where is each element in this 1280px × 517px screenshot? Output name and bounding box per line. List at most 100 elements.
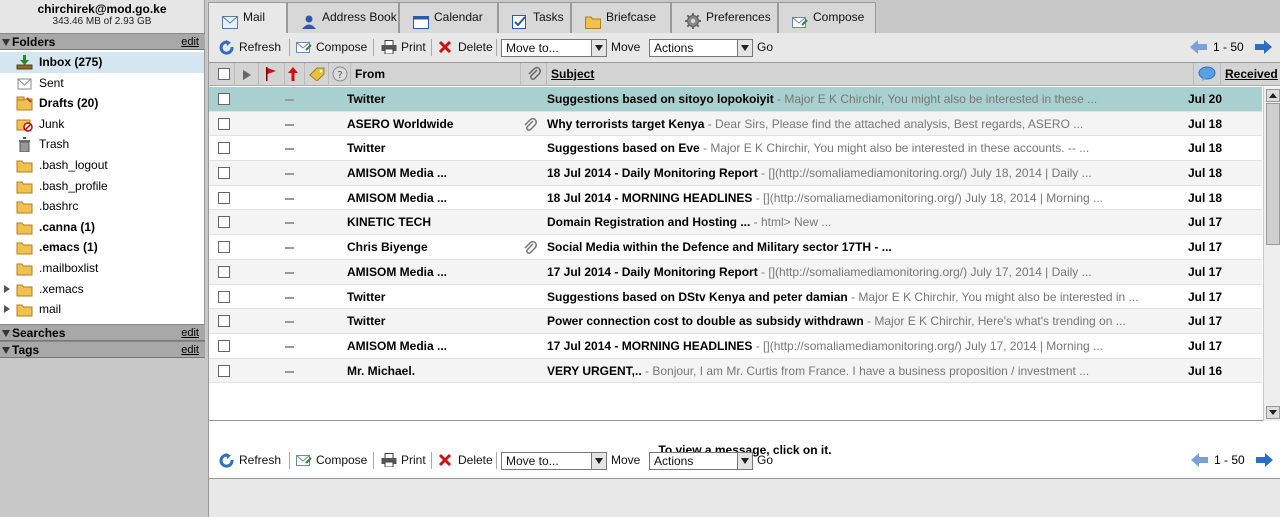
tag-column[interactable] — [305, 63, 329, 86]
folder-item[interactable]: Junk — [0, 114, 204, 135]
tab-address-book[interactable]: Address Book — [287, 2, 399, 33]
tab-preferences[interactable]: Preferences — [671, 2, 778, 33]
folder-item[interactable]: .bash_logout — [0, 155, 204, 176]
flag-icon[interactable] — [265, 67, 277, 81]
move-button[interactable]: Move — [611, 451, 640, 469]
expand-arrow-icon[interactable] — [243, 70, 251, 80]
collapse-triangle-icon[interactable] — [2, 347, 10, 354]
searches-edit-link[interactable]: edit — [181, 325, 199, 341]
tags-header[interactable]: Tags edit — [0, 341, 205, 358]
expand-arrow-icon[interactable] — [4, 305, 10, 314]
print-button[interactable]: Print — [381, 451, 426, 470]
tags-edit-link[interactable]: edit — [181, 342, 199, 358]
priority-column[interactable] — [285, 63, 305, 86]
row-checkbox[interactable] — [218, 117, 230, 130]
select-all-column[interactable] — [209, 63, 235, 86]
row-checkbox[interactable] — [218, 93, 230, 105]
arrow-right-icon[interactable] — [1256, 453, 1273, 467]
tab-calendar[interactable]: Calendar — [399, 2, 498, 33]
message-row[interactable]: AMISOM Media ... 18 Jul 2014 - Daily Moni… — [209, 161, 1262, 186]
row-checkbox[interactable] — [218, 290, 230, 303]
actions-select[interactable]: Actions — [649, 452, 753, 470]
folder-item[interactable]: .bash_profile — [0, 176, 204, 197]
priority-arrow-icon[interactable] — [288, 67, 298, 81]
tab-compose[interactable]: Compose — [778, 2, 876, 33]
go-button[interactable]: Go — [757, 38, 773, 56]
move-to-select[interactable]: Move to... — [501, 39, 607, 57]
message-row[interactable]: KINETIC TECH Domain Registration and Host… — [209, 210, 1262, 236]
scroll-thumb[interactable] — [1266, 103, 1280, 245]
message-row[interactable]: Twitter Suggestions based on DStv Kenya a… — [209, 284, 1262, 310]
chevron-down-icon[interactable] — [591, 453, 606, 469]
compose-button[interactable]: Compose — [296, 38, 367, 57]
chevron-down-icon[interactable] — [737, 40, 752, 56]
folders-header[interactable]: Folders edit — [0, 33, 205, 50]
message-row[interactable]: ASERO Worldwide Why terrorists target Ken… — [209, 111, 1262, 137]
searches-header[interactable]: Searches edit — [0, 324, 205, 341]
row-checkbox[interactable] — [218, 241, 230, 254]
folder-item[interactable]: .canna (1) — [0, 217, 204, 238]
folder-item[interactable]: .bashrc — [0, 196, 204, 217]
actions-select[interactable]: Actions — [649, 39, 753, 57]
row-checkbox[interactable] — [218, 167, 230, 180]
select-all-checkbox[interactable] — [218, 68, 230, 80]
folder-item[interactable]: .mailboxlist — [0, 258, 204, 279]
arrow-left-icon[interactable] — [1190, 40, 1207, 54]
tab-tasks[interactable]: Tasks — [498, 2, 571, 33]
row-checkbox[interactable] — [218, 191, 230, 204]
row-checkbox[interactable] — [218, 142, 230, 155]
message-row[interactable]: Mr. Michael. VERY URGENT,.. - Bonjour, I … — [209, 358, 1262, 384]
row-checkbox[interactable] — [218, 315, 230, 328]
message-row[interactable]: AMISOM Media ... 17 Jul 2014 - MORNING HE… — [209, 333, 1262, 359]
refresh-button[interactable]: Refresh — [219, 451, 281, 470]
subject-column-header[interactable]: Subject — [547, 63, 1194, 86]
compose-button[interactable]: Compose — [296, 451, 367, 470]
list-scrollbar[interactable] — [1263, 87, 1280, 421]
row-checkbox[interactable] — [218, 339, 230, 352]
folder-item[interactable]: Sent — [0, 73, 204, 94]
message-row[interactable]: Twitter Suggestions based on Eve - Major … — [209, 136, 1262, 162]
tab-briefcase[interactable]: Briefcase — [571, 2, 671, 33]
tab-mail[interactable]: Mail — [208, 2, 287, 33]
message-row[interactable]: Twitter Suggestions based on sitoyo lopok… — [209, 87, 1262, 112]
message-row[interactable]: Twitter Power connection cost to double a… — [209, 309, 1262, 334]
scroll-up-button[interactable] — [1266, 89, 1280, 102]
folder-item[interactable]: Trash — [0, 134, 204, 155]
expand-column[interactable] — [235, 63, 259, 86]
from-column-header[interactable]: From — [351, 63, 521, 86]
message-row[interactable]: AMISOM Media ... 18 Jul 2014 - MORNING HE… — [209, 185, 1262, 211]
collapse-triangle-icon[interactable] — [2, 330, 10, 337]
folder-item[interactable]: .xemacs — [0, 279, 204, 300]
delete-button[interactable]: Delete — [438, 38, 493, 57]
folder-item[interactable]: Inbox (275) — [0, 52, 204, 73]
attachment-column[interactable] — [521, 63, 547, 86]
folders-edit-link[interactable]: edit — [181, 34, 199, 50]
read-status-icon[interactable]: ? — [332, 66, 348, 82]
speech-bubble-icon[interactable] — [1198, 66, 1216, 82]
move-to-select[interactable]: Move to... — [501, 452, 607, 470]
folder-item[interactable]: mail — [0, 299, 204, 320]
status-column[interactable]: ? — [329, 63, 351, 86]
received-column-header[interactable]: Received — [1221, 63, 1280, 86]
print-button[interactable]: Print — [381, 38, 426, 57]
arrow-left-icon[interactable] — [1191, 453, 1208, 467]
chevron-down-icon[interactable] — [737, 453, 752, 469]
refresh-button[interactable]: Refresh — [219, 38, 281, 57]
scroll-down-button[interactable] — [1266, 406, 1280, 419]
conversation-column[interactable] — [1194, 63, 1221, 86]
delete-button[interactable]: Delete — [438, 451, 493, 470]
chevron-down-icon[interactable] — [591, 40, 606, 56]
go-button[interactable]: Go — [757, 451, 773, 469]
flag-column[interactable] — [259, 63, 285, 86]
folder-item[interactable]: Drafts (20) — [0, 93, 204, 114]
row-checkbox[interactable] — [218, 265, 230, 278]
arrow-right-icon[interactable] — [1255, 40, 1272, 54]
message-row[interactable]: Chris Biyenge Social Media within the Def… — [209, 235, 1262, 260]
collapse-triangle-icon[interactable] — [2, 39, 10, 46]
paperclip-icon[interactable] — [527, 66, 541, 82]
message-row[interactable]: AMISOM Media ... 17 Jul 2014 - Daily Moni… — [209, 259, 1262, 285]
row-checkbox[interactable] — [218, 364, 230, 377]
row-checkbox[interactable] — [218, 216, 230, 229]
tag-icon[interactable] — [309, 67, 325, 81]
expand-arrow-icon[interactable] — [4, 284, 10, 293]
